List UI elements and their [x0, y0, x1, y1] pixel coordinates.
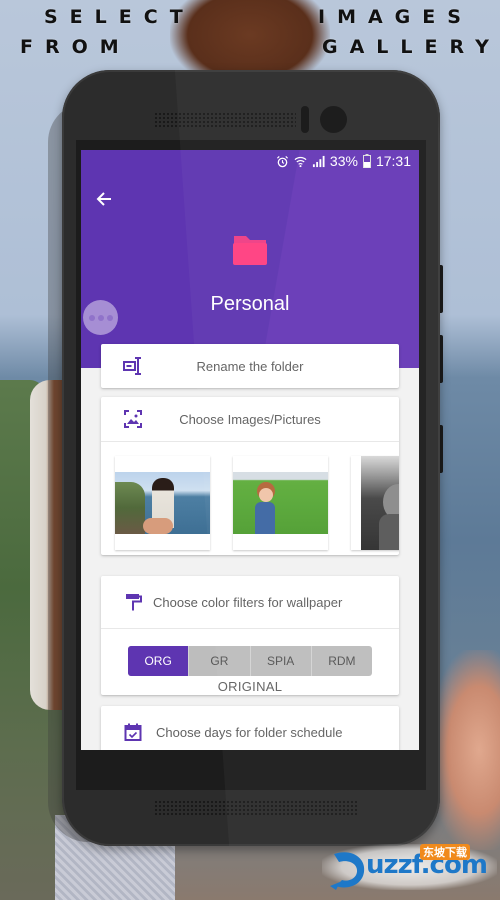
promo-headline-from: FROM [20, 36, 131, 58]
color-filters-label: Choose color filters for wallpaper [153, 594, 343, 610]
more-horizontal-icon-dot [88, 314, 95, 321]
paint-roller-icon [126, 594, 142, 611]
calendar-check-icon [124, 723, 142, 741]
folder-schedule-card[interactable]: Choose days for folder schedule [101, 706, 399, 750]
color-filters-card: Choose color filters for wallpaper ORG G… [101, 576, 399, 695]
thumbnail-image [115, 472, 210, 534]
filter-option-spia[interactable]: SPIA [249, 646, 311, 676]
status-bar: 33% 17:31 [81, 150, 419, 172]
folder-schedule-label: Choose days for folder schedule [156, 724, 343, 740]
thumbnail-image [233, 472, 328, 534]
battery-icon [362, 154, 371, 168]
arrow-left-icon [96, 192, 111, 206]
back-button[interactable] [91, 186, 117, 212]
rename-icon [123, 357, 141, 375]
folder-title: Personal [210, 293, 290, 315]
watermark-brand-cn: 东坡下载 [420, 844, 470, 860]
clock-time: 17:31 [375, 153, 411, 169]
image-thumbnails-strip[interactable] [101, 442, 399, 554]
choose-images-label: Choose Images/Pictures [179, 411, 321, 427]
filter-option-rdm[interactable]: RDM [310, 646, 372, 676]
more-horizontal-icon-dot [97, 314, 104, 321]
background-hand [430, 650, 500, 850]
filter-option-gr[interactable]: GR [188, 646, 249, 676]
uzzf-watermark: uzzf.com 东坡下载 [322, 838, 497, 896]
phone-sensor [301, 106, 309, 133]
more-options-fab[interactable] [83, 300, 118, 335]
image-select-icon [124, 410, 142, 428]
more-horizontal-icon-dot [106, 314, 113, 321]
thumbnail-child-grass[interactable] [233, 456, 328, 550]
phone-speaker-grille [154, 800, 359, 816]
rename-folder-label: Rename the folder [196, 358, 304, 374]
rename-folder-card[interactable]: Rename the folder [101, 344, 399, 388]
selected-filter-caption: ORIGINAL [217, 679, 283, 694]
battery-percent: 33% [329, 153, 358, 169]
app-screen: 33% 17:31 Personal Rename the folder Cho… [81, 150, 419, 750]
thumbnail-cliff-sea[interactable] [115, 456, 210, 550]
divider [101, 628, 399, 629]
promo-headline-select: SELECT [44, 6, 195, 28]
filter-option-org[interactable]: ORG [128, 646, 189, 676]
alarm-icon [276, 155, 289, 168]
filter-segmented-control: ORG GR SPIA RDM [128, 646, 372, 676]
app-header: 33% 17:31 Personal [81, 150, 419, 368]
color-filters-row[interactable]: Choose color filters for wallpaper [101, 576, 399, 628]
promo-headline-gallery: GALLERY [322, 36, 500, 58]
choose-images-card: Choose Images/Pictures [101, 397, 399, 555]
choose-images-row[interactable]: Choose Images/Pictures [101, 397, 399, 441]
signal-icon [312, 155, 325, 168]
phone-earpiece-grille [154, 112, 296, 127]
promo-headline-images: IMAGES [318, 6, 473, 28]
thumbnail-bw-portrait[interactable] [351, 456, 399, 550]
phone-frame: 33% 17:31 Personal Rename the folder Cho… [62, 70, 440, 846]
thumbnail-image [361, 456, 399, 550]
phone-front-camera [320, 106, 347, 133]
wifi-icon [294, 155, 307, 168]
uzzf-logo-icon [330, 852, 365, 890]
folder-icon [233, 236, 267, 265]
